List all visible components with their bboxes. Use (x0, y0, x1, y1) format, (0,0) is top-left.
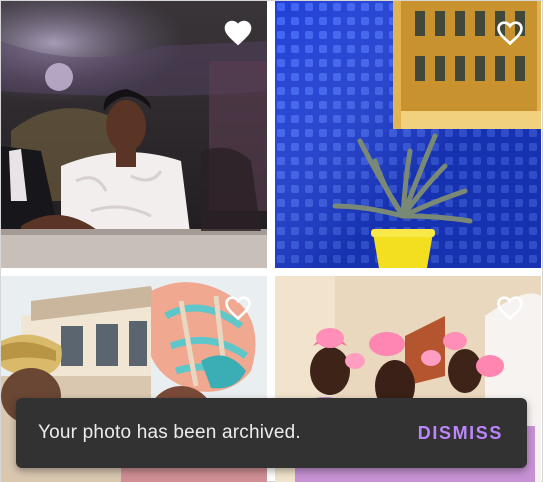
favorite-button-headwrap[interactable] (222, 292, 254, 322)
heart-outline-icon (497, 296, 523, 321)
dismiss-button[interactable]: DISMISS (418, 423, 503, 444)
heart-outline-icon (225, 296, 251, 321)
favorite-button-plant[interactable] (494, 17, 526, 47)
snackbar: Your photo has been archived. DISMISS (16, 398, 527, 468)
snackbar-message: Your photo has been archived. (38, 422, 301, 443)
photo-tile-wedding[interactable] (1, 1, 267, 268)
heart-outline-icon (497, 21, 523, 46)
favorite-button-wedding[interactable] (222, 17, 254, 47)
photo-tile-plant[interactable] (275, 1, 541, 268)
favorite-button-bridesmaids[interactable] (494, 292, 526, 322)
heart-filled-icon (224, 20, 252, 46)
